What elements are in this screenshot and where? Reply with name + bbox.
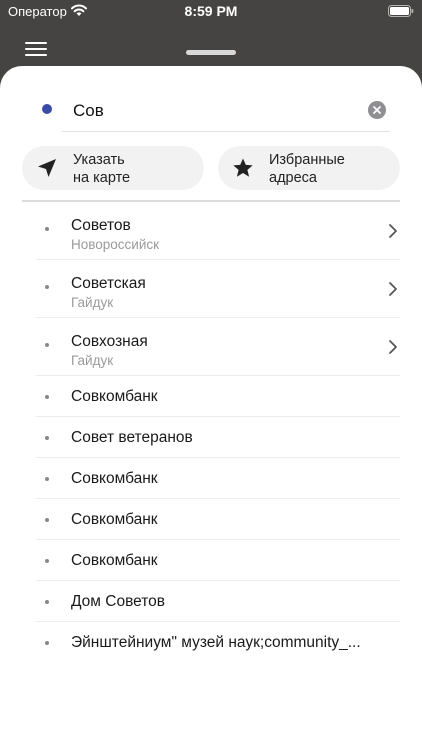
- list-item[interactable]: Совет ветеранов: [36, 417, 400, 458]
- list-item[interactable]: Эйнштейниум" музей наук;community_...: [36, 622, 400, 663]
- list-item[interactable]: Совхозная Гайдук: [36, 318, 400, 376]
- list-item[interactable]: Советская Гайдук: [36, 260, 400, 318]
- clear-button[interactable]: [368, 101, 386, 119]
- result-title: Советская: [71, 275, 146, 292]
- list-item[interactable]: Совкомбанк: [36, 458, 400, 499]
- result-subtitle: Гайдук: [71, 295, 114, 310]
- origin-dot-icon: [42, 104, 52, 114]
- star-icon: [233, 158, 253, 177]
- list-item[interactable]: Совкомбанк: [36, 540, 400, 581]
- chevron-right-icon: [389, 224, 397, 238]
- result-title: Совкомбанк: [71, 388, 158, 405]
- bullet-icon: [45, 395, 49, 399]
- search-sheet: Указать на карте Избранные адреса Совето…: [0, 66, 422, 750]
- bullet-icon: [45, 227, 49, 231]
- screen: Оператор 8:59 PM Сов Указать на карте Из…: [0, 0, 422, 750]
- list-item[interactable]: Дом Советов: [36, 581, 400, 622]
- result-title: Дом Советов: [71, 593, 166, 610]
- bullet-icon: [45, 559, 49, 563]
- chevron-right-icon: [389, 340, 397, 354]
- bullet-icon: [45, 343, 49, 347]
- result-title: Совет ветеранов: [71, 429, 193, 446]
- battery-icon: [388, 5, 414, 17]
- pick-on-map-label: Указать на карте: [73, 152, 131, 186]
- result-title: Совкомбанк: [71, 552, 158, 569]
- list-item[interactable]: Совкомбанк: [36, 499, 400, 540]
- clock: 8:59 PM: [184, 3, 238, 19]
- list-item[interactable]: Совкомбанк: [36, 376, 400, 417]
- result-subtitle: Гайдук: [71, 353, 114, 368]
- bullet-icon: [45, 641, 49, 645]
- drag-handle[interactable]: [186, 50, 236, 55]
- location-arrow-icon: [38, 159, 56, 177]
- favorite-addresses-label: Избранные адреса: [269, 152, 345, 186]
- status-bar: Оператор 8:59 PM: [0, 0, 422, 24]
- bullet-icon: [45, 285, 49, 289]
- bullet-icon: [45, 477, 49, 481]
- list-item[interactable]: Советов Новороссийск: [36, 202, 400, 260]
- favorite-addresses-button[interactable]: Избранные адреса: [218, 146, 400, 190]
- search-input[interactable]: [62, 90, 390, 132]
- close-icon: [373, 106, 381, 114]
- result-title: Совкомбанк: [71, 511, 158, 528]
- bullet-icon: [45, 600, 49, 604]
- bullet-icon: [45, 518, 49, 522]
- pick-on-map-button[interactable]: Указать на карте: [22, 146, 204, 190]
- result-title: Совкомбанк: [71, 470, 158, 487]
- bullet-icon: [45, 436, 49, 440]
- results-list: Советов Новороссийск Советская Гайдук Со…: [0, 202, 422, 663]
- chevron-right-icon: [389, 282, 397, 296]
- result-title: Советов: [71, 217, 131, 234]
- search-row: [0, 66, 422, 136]
- menu-icon[interactable]: [25, 42, 47, 58]
- result-title: Эйнштейниум" музей наук;community_...: [71, 634, 361, 651]
- result-title: Совхозная: [71, 333, 148, 350]
- result-subtitle: Новороссийск: [71, 237, 160, 252]
